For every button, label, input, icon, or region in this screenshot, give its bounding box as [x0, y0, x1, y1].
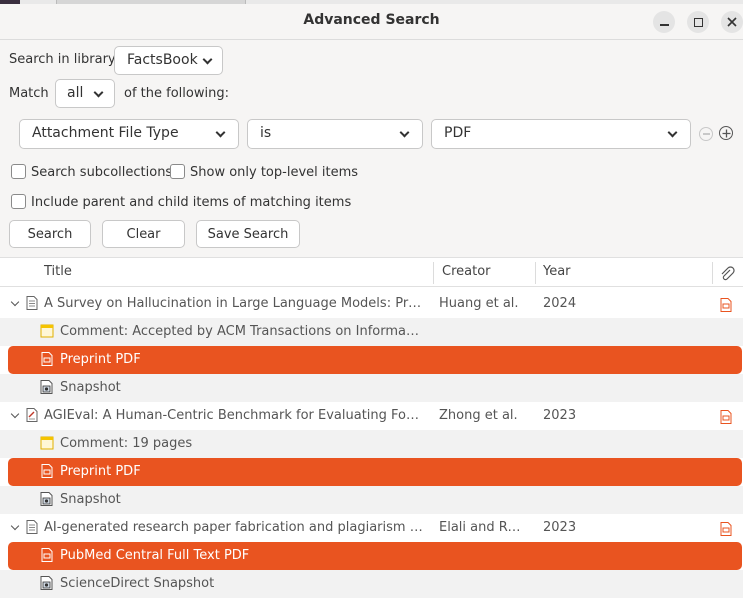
- save-search-button[interactable]: Save Search: [196, 220, 300, 248]
- note-icon: [40, 324, 54, 339]
- item-title: AGIEval: A Human-Centric Benchmark for E…: [44, 408, 424, 423]
- chevron-down-icon[interactable]: [10, 297, 20, 307]
- condition-value-text: PDF: [444, 125, 472, 141]
- item-creator: Elali and Rachid: [439, 520, 527, 535]
- pdf-attachment-icon[interactable]: [719, 410, 733, 425]
- attachment-column-icon[interactable]: [719, 266, 735, 282]
- results-table: Title Creator Year A Survey on Hallucina…: [0, 257, 743, 603]
- attachment-title: Snapshot: [60, 380, 121, 395]
- attachment-row[interactable]: Comment: 19 pages: [0, 430, 743, 458]
- item-creator: Zhong et al.: [439, 408, 518, 423]
- attachment-title: Preprint PDF: [60, 352, 141, 367]
- add-condition-icon[interactable]: [719, 126, 733, 140]
- search-controls: Search in library: FactsBook Match all o…: [0, 40, 743, 257]
- window-title: Advanced Search: [303, 12, 440, 28]
- item-title: AI-generated research paper fabrication …: [44, 520, 424, 535]
- attachment-row[interactable]: PubMed Central Full Text PDF: [8, 542, 742, 570]
- condition-operator-dropdown[interactable]: is: [247, 119, 423, 149]
- table-row[interactable]: AI-generated research paper fabrication …: [0, 514, 743, 542]
- condition-value-dropdown[interactable]: PDF: [431, 119, 691, 149]
- item-year: 2024: [543, 296, 577, 311]
- clear-button[interactable]: Clear: [102, 220, 185, 248]
- chevron-down-icon: [202, 54, 213, 65]
- item-title: A Survey on Hallucination in Large Langu…: [44, 296, 424, 311]
- remove-condition-icon[interactable]: [699, 127, 713, 141]
- item-year: 2023: [543, 520, 577, 535]
- parent-child-label: Include parent and child items of matchi…: [31, 195, 352, 210]
- attachment-row[interactable]: Comment: Accepted by ACM Transactions on…: [0, 318, 743, 346]
- search-button[interactable]: Search: [9, 220, 91, 248]
- match-label: Match: [9, 86, 49, 101]
- note-icon: [40, 436, 54, 451]
- library-dropdown[interactable]: FactsBook: [114, 46, 223, 75]
- condition-field-dropdown[interactable]: Attachment File Type: [19, 119, 239, 149]
- attachment-row[interactable]: ScienceDirect Snapshot: [0, 570, 743, 598]
- minimize-icon: [659, 24, 669, 26]
- pdf-icon: [40, 464, 54, 479]
- attachment-title: PubMed Central Full Text PDF: [60, 548, 250, 563]
- column-divider[interactable]: [433, 262, 434, 284]
- item-year: 2023: [543, 408, 577, 423]
- preprint-icon: [26, 408, 40, 423]
- parent-child-checkbox[interactable]: [11, 194, 26, 209]
- chevron-down-icon: [399, 127, 410, 138]
- pdf-attachment-icon[interactable]: [719, 298, 733, 313]
- attachment-row[interactable]: Preprint PDF: [8, 346, 742, 374]
- title-bar: Advanced Search: [0, 4, 743, 40]
- attachment-title: ScienceDirect Snapshot: [60, 576, 215, 591]
- chevron-down-icon[interactable]: [10, 409, 20, 419]
- match-dropdown[interactable]: all: [55, 79, 115, 108]
- chevron-down-icon: [667, 127, 678, 138]
- column-divider[interactable]: [535, 262, 536, 284]
- maximize-button[interactable]: [687, 11, 709, 33]
- condition-field-value: Attachment File Type: [32, 125, 179, 141]
- chevron-down-icon[interactable]: [10, 521, 20, 531]
- snapshot-icon: [40, 492, 54, 507]
- library-label: Search in library:: [9, 52, 120, 67]
- attachment-title: Preprint PDF: [60, 464, 141, 479]
- column-year[interactable]: Year: [543, 264, 571, 279]
- item-creator: Huang et al.: [439, 296, 519, 311]
- snapshot-icon: [40, 380, 54, 395]
- subcollections-checkbox[interactable]: [11, 164, 26, 179]
- match-suffix: of the following:: [124, 86, 229, 101]
- top-level-checkbox[interactable]: [170, 164, 185, 179]
- condition-operator-value: is: [260, 125, 272, 141]
- chevron-down-icon: [93, 87, 104, 98]
- snapshot-icon: [40, 576, 54, 591]
- attachment-title: Comment: Accepted by ACM Transactions on…: [60, 324, 424, 339]
- column-title[interactable]: Title: [44, 264, 72, 279]
- table-header: Title Creator Year: [0, 257, 743, 287]
- table-row[interactable]: AGIEval: A Human-Centric Benchmark for E…: [0, 402, 743, 430]
- maximize-icon: [693, 17, 703, 27]
- close-icon: [727, 17, 737, 27]
- subcollections-label: Search subcollections: [31, 165, 173, 180]
- attachment-title: Snapshot: [60, 492, 121, 507]
- attachment-row[interactable]: Snapshot: [0, 374, 743, 402]
- chevron-down-icon: [215, 127, 226, 138]
- document-icon: [26, 296, 40, 311]
- pdf-attachment-icon[interactable]: [719, 522, 733, 537]
- column-divider[interactable]: [712, 262, 713, 284]
- pdf-icon: [40, 548, 54, 563]
- close-button[interactable]: [721, 11, 743, 33]
- library-value: FactsBook: [127, 52, 198, 68]
- match-value: all: [67, 85, 84, 101]
- table-row[interactable]: A Survey on Hallucination in Large Langu…: [0, 290, 743, 318]
- attachment-title: Comment: 19 pages: [60, 436, 193, 451]
- minimize-button[interactable]: [653, 11, 675, 33]
- pdf-icon: [40, 352, 54, 367]
- attachment-row[interactable]: Preprint PDF: [8, 458, 742, 486]
- document-icon: [26, 520, 40, 535]
- top-level-label: Show only top-level items: [190, 165, 359, 180]
- column-creator[interactable]: Creator: [442, 264, 491, 279]
- attachment-row[interactable]: Snapshot: [0, 486, 743, 514]
